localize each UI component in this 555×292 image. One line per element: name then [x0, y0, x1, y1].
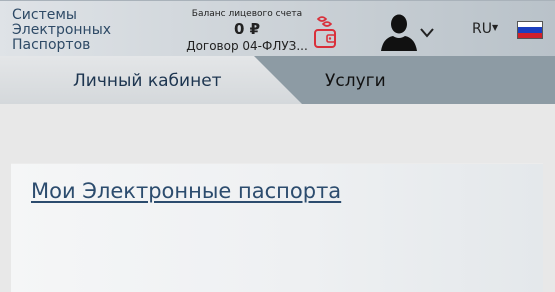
- balance-amount: 0 ₽: [233, 20, 261, 38]
- language-code: RU: [472, 21, 492, 37]
- flag-stripe-red: [518, 32, 542, 38]
- tab-services-label: Услуги: [325, 71, 386, 91]
- my-passports-link[interactable]: Мои Электронные паспорта: [31, 179, 341, 203]
- balance-label: Баланс лицевого счета: [191, 9, 303, 19]
- logo-line-2: Электронных: [12, 22, 112, 38]
- chevron-down-icon[interactable]: [419, 25, 435, 39]
- language-selector[interactable]: RU▼: [472, 21, 498, 37]
- caret-down-icon: ▼: [491, 23, 499, 32]
- passports-card: Мои Электронные паспорта: [11, 163, 543, 292]
- wallet-icon[interactable]: [312, 15, 338, 49]
- logo-line-1: Системы: [12, 7, 77, 23]
- logo[interactable]: Системы Электронных Паспортов: [12, 8, 152, 53]
- balance-block: Баланс лицевого счета 0 ₽ Договор 04-ФЛУ…: [176, 9, 318, 54]
- header: Системы Электронных Паспортов Баланс лиц…: [0, 0, 555, 56]
- user-avatar-icon[interactable]: [379, 11, 419, 51]
- main-content: Мои Электронные паспорта: [0, 104, 555, 292]
- tab-personal-cabinet-label: Личный кабинет: [73, 71, 222, 91]
- russian-flag-icon[interactable]: [517, 21, 543, 39]
- logo-line-3: Паспортов: [12, 37, 91, 53]
- main-tabs: Личный кабинет Услуги: [0, 56, 555, 104]
- contract-number: Договор 04-ФЛУЗ...: [186, 39, 308, 53]
